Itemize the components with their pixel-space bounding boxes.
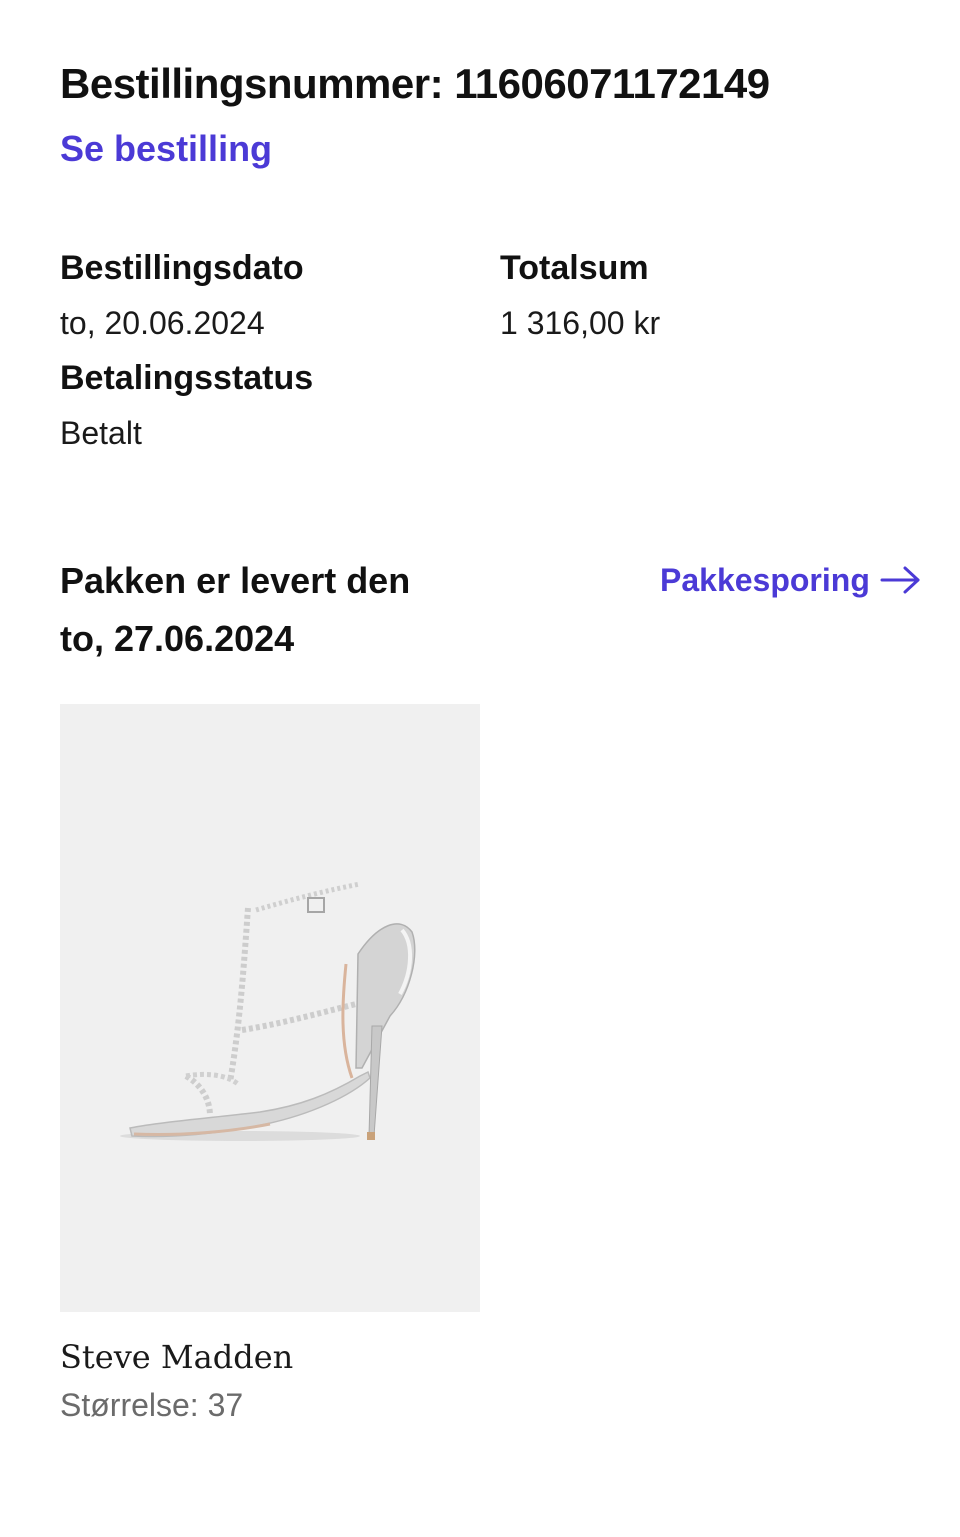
package-tracking-label: Pakkesporing bbox=[660, 562, 870, 598]
delivery-date: to, 27.06.2024 bbox=[60, 618, 295, 659]
arrow-right-icon bbox=[880, 565, 922, 595]
product-card[interactable]: Steve Madden Størrelse: 37 bbox=[60, 704, 480, 1426]
order-number-heading: Bestillingsnummer: 11606071172149 bbox=[60, 60, 770, 107]
order-date-value: to, 20.06.2024 bbox=[60, 305, 265, 341]
delivery-status-line: Pakken er levert den bbox=[60, 560, 411, 601]
payment-status-value: Betalt bbox=[60, 415, 142, 451]
package-tracking-link[interactable]: Pakkesporing bbox=[660, 558, 922, 602]
total-value: 1 316,00 kr bbox=[500, 305, 661, 341]
product-size: Størrelse: 37 bbox=[60, 1387, 244, 1423]
product-image[interactable] bbox=[60, 704, 480, 1312]
view-order-link[interactable]: Se bestilling bbox=[60, 126, 272, 172]
order-date-label: Bestillingsdato bbox=[60, 249, 304, 287]
total-label: Totalsum bbox=[500, 249, 649, 287]
delivery-status: Pakken er levert den to, 27.06.2024 bbox=[60, 552, 480, 668]
payment-status-label: Betalingsstatus bbox=[60, 359, 314, 397]
product-brand: Steve Madden bbox=[60, 1338, 294, 1376]
